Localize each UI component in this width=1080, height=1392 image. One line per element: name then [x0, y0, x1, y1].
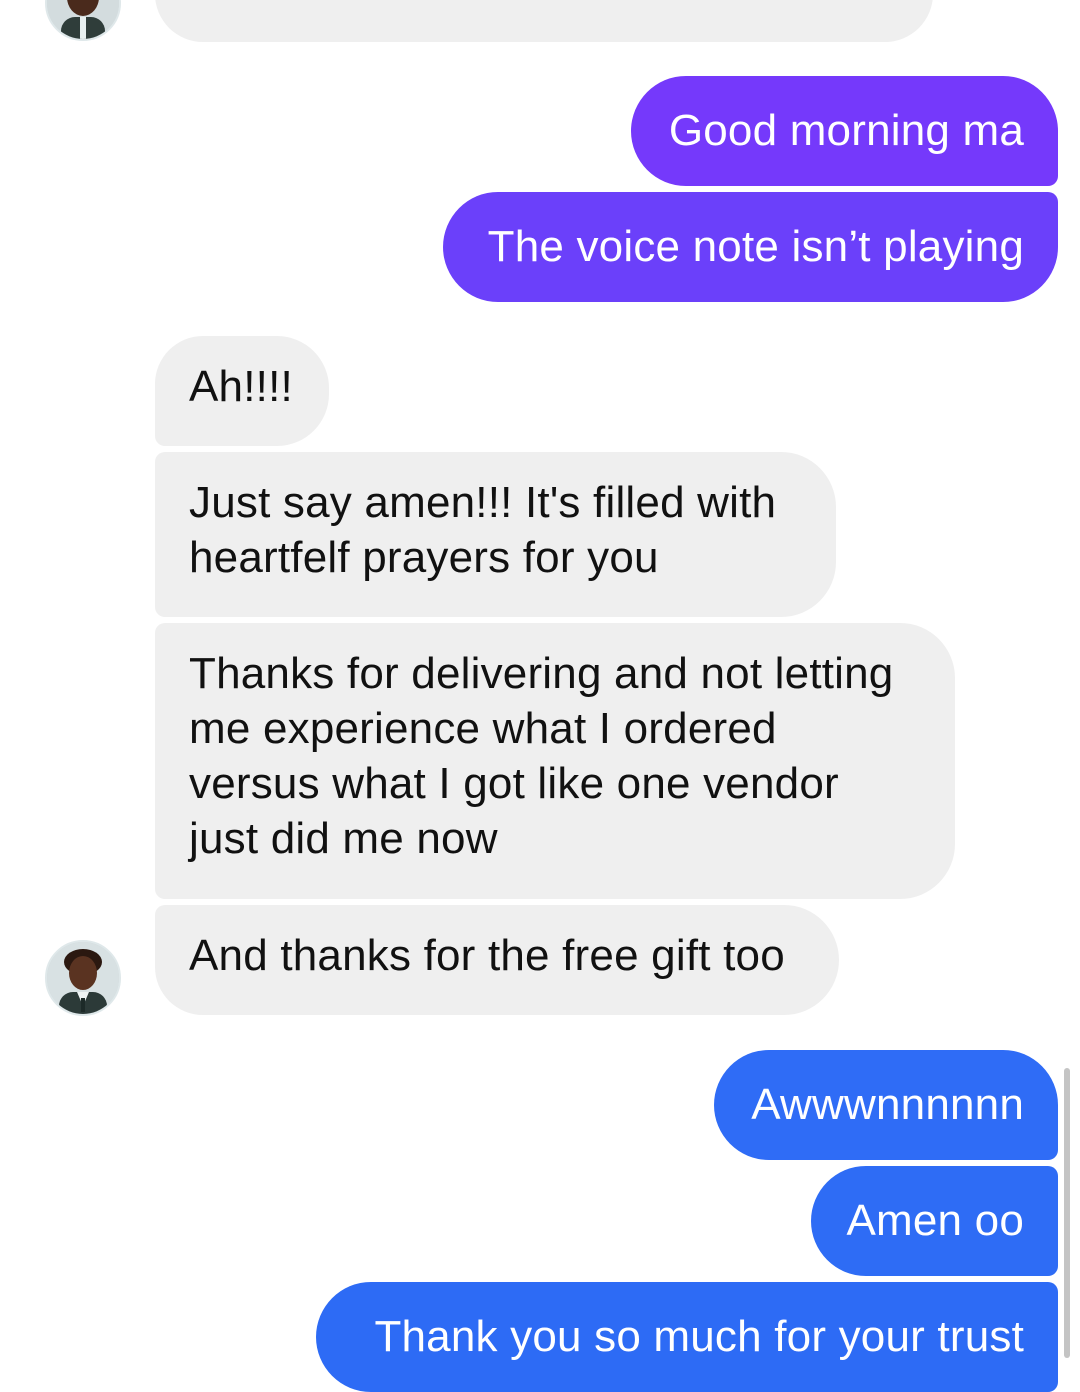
incoming-message[interactable]: And thanks for the free gift too	[155, 905, 839, 1015]
message-text: Ah!!!!	[189, 362, 293, 411]
incoming-message[interactable]: Just say amen!!! It's filled with heartf…	[155, 452, 836, 617]
scrollbar[interactable]	[1064, 1068, 1070, 1358]
message-text: Good morning ma	[668, 106, 1024, 155]
message-text: Awwwnnnnnn	[751, 1080, 1024, 1129]
message-text-line: versus what I got like one vendor	[189, 759, 839, 808]
avatar-photo-icon	[47, 942, 119, 1014]
outgoing-message[interactable]: Thank you so much for your trust	[316, 1282, 1058, 1392]
message-text-line: Just say amen!!! It's filled with	[189, 478, 777, 527]
contact-avatar[interactable]	[45, 940, 121, 1016]
message-text-line: just did me now	[189, 814, 498, 863]
message-thread[interactable]: Good morning ma The voice note isn’t pla…	[0, 0, 1080, 1392]
outgoing-message[interactable]: Awwwnnnnnn	[714, 1050, 1058, 1160]
outgoing-message[interactable]: Amen oo	[811, 1166, 1058, 1276]
message-text: Amen oo	[846, 1196, 1024, 1245]
message-text: The voice note isn’t playing	[487, 222, 1024, 271]
incoming-message[interactable]	[155, 0, 933, 42]
outgoing-message[interactable]: Good morning ma	[631, 76, 1058, 186]
incoming-message[interactable]: Thanks for delivering and not letting me…	[155, 623, 955, 899]
message-text-line: Thanks for delivering and not letting	[189, 649, 894, 698]
incoming-message[interactable]: Ah!!!!	[155, 336, 329, 446]
message-text-line: me experience what I ordered	[189, 704, 777, 753]
outgoing-message[interactable]: The voice note isn’t playing	[443, 192, 1058, 302]
message-text: And thanks for the free gift too	[189, 931, 785, 980]
contact-avatar[interactable]	[45, 0, 121, 41]
message-text: Thank you so much for your trust	[374, 1312, 1024, 1361]
message-text-line: heartfelf prayers for you	[189, 533, 659, 582]
avatar-photo-icon	[47, 0, 119, 39]
